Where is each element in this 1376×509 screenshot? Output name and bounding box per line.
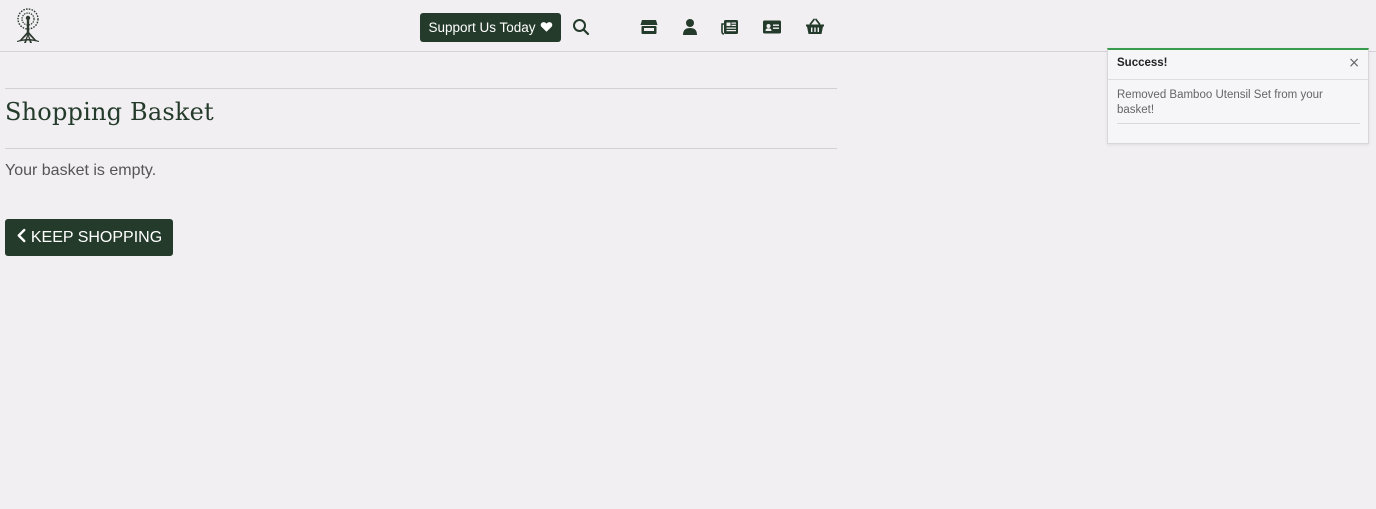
- top-navbar: Support Us Today: [0, 0, 1376, 52]
- contact-card-icon[interactable]: [762, 17, 782, 37]
- keep-shopping-label: KEEP SHOPPING: [30, 228, 163, 246]
- chevron-left-icon: [16, 228, 27, 248]
- search-icon[interactable]: [571, 17, 591, 37]
- support-us-button[interactable]: Support Us Today: [420, 13, 561, 42]
- heart-icon: [540, 20, 553, 36]
- empty-basket-message: Your basket is empty.: [5, 162, 157, 179]
- keep-shopping-button[interactable]: KEEP SHOPPING: [5, 219, 173, 256]
- toast-divider: [1117, 123, 1360, 124]
- success-toast: Success! × Removed Bamboo Utensil Set fr…: [1107, 48, 1369, 144]
- basket-icon[interactable]: [805, 17, 825, 37]
- title-bottom-divider: [5, 148, 837, 149]
- support-us-label: Support Us Today: [428, 20, 536, 35]
- toast-message: Removed Bamboo Utensil Set from your bas…: [1117, 89, 1323, 116]
- shop-icon[interactable]: [639, 17, 659, 37]
- toast-header: Success! ×: [1108, 50, 1368, 80]
- close-icon[interactable]: ×: [1348, 54, 1360, 72]
- newspaper-icon[interactable]: [720, 17, 740, 37]
- toast-title: Success!: [1117, 57, 1168, 69]
- page-title: Shopping Basket: [5, 98, 214, 126]
- user-icon[interactable]: [680, 17, 700, 37]
- title-top-divider: [5, 88, 837, 89]
- tree-logo-icon[interactable]: [9, 7, 47, 45]
